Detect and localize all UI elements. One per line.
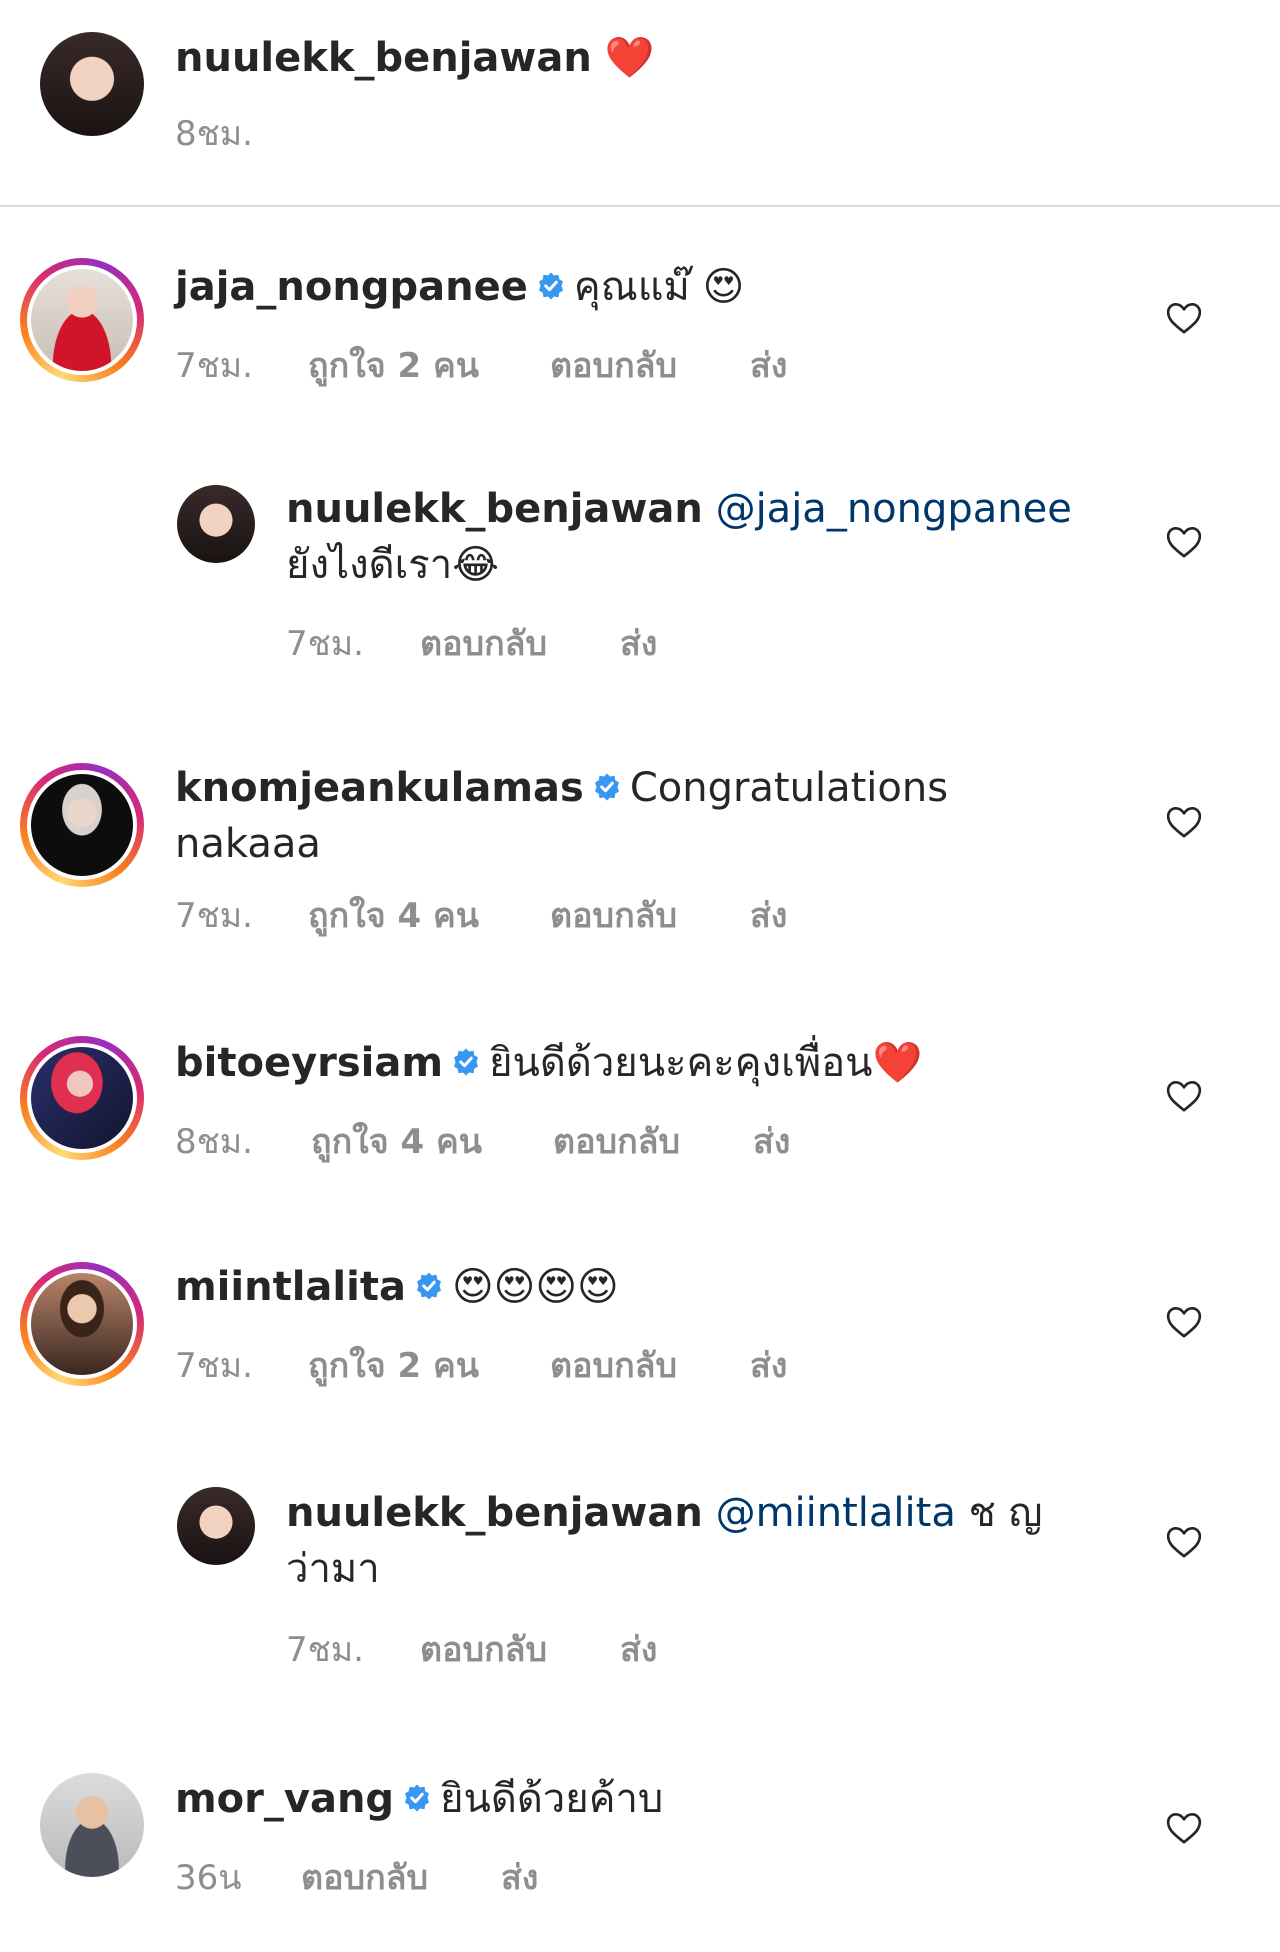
mention-link[interactable]: @miintlalita bbox=[716, 1490, 956, 1536]
avatar[interactable] bbox=[40, 1773, 144, 1877]
send-button[interactable]: ส่ง bbox=[750, 896, 787, 936]
reply-button[interactable]: ตอบกลับ bbox=[420, 1630, 547, 1670]
like-count[interactable]: ถูกใจ 2 คน bbox=[308, 346, 479, 386]
story-ring[interactable] bbox=[20, 1262, 144, 1386]
avatar[interactable] bbox=[40, 32, 144, 136]
comment-line: miintlalita 😍😍😍😍 bbox=[175, 1262, 619, 1312]
comment-line: mor_vang ยินดีด้วยค้าบ bbox=[175, 1774, 663, 1824]
send-button[interactable]: ส่ง bbox=[620, 624, 657, 664]
comment-text: ยินดีด้วยค้าบ bbox=[440, 1776, 664, 1822]
send-button[interactable]: ส่ง bbox=[620, 1630, 657, 1670]
like-count[interactable]: ถูกใจ 4 คน bbox=[308, 896, 479, 936]
timestamp: 36น bbox=[175, 1858, 242, 1898]
timestamp: 7ชม. bbox=[175, 1346, 253, 1386]
comment-text: ช ญ bbox=[968, 1490, 1043, 1536]
username[interactable]: nuulekk_benjawan bbox=[286, 486, 703, 532]
comment-line: bitoeyrsiam ยินดีด้วยนะคะคุงเพื่อน❤️ bbox=[175, 1038, 922, 1088]
divider bbox=[0, 205, 1280, 207]
username[interactable]: jaja_nongpanee bbox=[175, 264, 528, 310]
verified-badge-icon bbox=[454, 1048, 479, 1076]
comments-screen: nuulekk_benjawan ❤️ 8ชม. jaja_nongpanee ค… bbox=[0, 0, 1280, 1952]
reply-button[interactable]: ตอบกลับ bbox=[550, 1346, 677, 1386]
caption-line: nuulekk_benjawan ❤️ bbox=[175, 33, 654, 83]
heart-eyes-emoji: 😍 bbox=[702, 264, 745, 310]
heart-outline-icon[interactable] bbox=[1164, 298, 1204, 338]
story-ring[interactable] bbox=[20, 1036, 144, 1160]
verified-badge-icon bbox=[594, 773, 619, 801]
send-button[interactable]: ส่ง bbox=[750, 346, 787, 386]
reply-button[interactable]: ตอบกลับ bbox=[301, 1858, 428, 1898]
like-count[interactable]: ถูกใจ 4 คน bbox=[311, 1122, 482, 1162]
comment-text: ยินดีด้วยนะคะคุงเพื่อน bbox=[489, 1040, 873, 1086]
username[interactable]: bitoeyrsiam bbox=[175, 1040, 443, 1086]
reply-text: nuulekk_benjawan @miintlalita ช ญ ว่ามา bbox=[286, 1485, 1146, 1597]
heart-outline-icon[interactable] bbox=[1164, 522, 1204, 562]
heart-emoji: ❤️ bbox=[604, 35, 655, 81]
story-ring[interactable] bbox=[20, 763, 144, 887]
verified-badge-icon bbox=[538, 272, 563, 300]
timestamp: 8ชม. bbox=[175, 1122, 253, 1162]
comment-text: ยังไงดีเรา bbox=[286, 542, 453, 588]
comment-text: คุณแม๊ bbox=[573, 264, 690, 310]
heart-outline-icon[interactable] bbox=[1164, 1076, 1204, 1116]
like-count[interactable]: ถูกใจ 2 คน bbox=[308, 1346, 479, 1386]
reply-button[interactable]: ตอบกลับ bbox=[420, 624, 547, 664]
username[interactable]: miintlalita bbox=[175, 1264, 406, 1310]
username[interactable]: nuulekk_benjawan bbox=[286, 1490, 703, 1536]
username[interactable]: nuulekk_benjawan bbox=[175, 35, 592, 81]
heart-outline-icon[interactable] bbox=[1164, 1522, 1204, 1562]
heart-outline-icon[interactable] bbox=[1164, 1808, 1204, 1848]
heart-outline-icon[interactable] bbox=[1164, 1302, 1204, 1342]
username[interactable]: mor_vang bbox=[175, 1776, 394, 1822]
timestamp: 7ชม. bbox=[286, 624, 364, 664]
avatar[interactable] bbox=[177, 1487, 255, 1565]
username[interactable]: knomjeankulamas bbox=[175, 765, 584, 811]
send-button[interactable]: ส่ง bbox=[750, 1346, 787, 1386]
reply-button[interactable]: ตอบกลับ bbox=[553, 1122, 680, 1162]
timestamp: 7ชม. bbox=[175, 896, 253, 936]
verified-badge-icon bbox=[405, 1784, 430, 1812]
avatar bbox=[31, 1047, 133, 1149]
story-ring[interactable] bbox=[20, 258, 144, 382]
send-button[interactable]: ส่ง bbox=[753, 1122, 790, 1162]
reply-button[interactable]: ตอบกลับ bbox=[550, 346, 677, 386]
comment-text: Congratulations bbox=[629, 765, 949, 811]
reply-button[interactable]: ตอบกลับ bbox=[550, 896, 677, 936]
comment-text-cont: ว่ามา bbox=[286, 1546, 380, 1592]
avatar bbox=[31, 774, 133, 876]
comment-line: jaja_nongpanee คุณแม๊ 😍 bbox=[175, 262, 744, 312]
avatar[interactable] bbox=[177, 485, 255, 563]
heart-outline-icon[interactable] bbox=[1164, 802, 1204, 842]
timestamp: 8ชม. bbox=[175, 114, 253, 154]
avatar bbox=[31, 1273, 133, 1375]
timestamp: 7ชม. bbox=[175, 346, 253, 386]
reply-text: nuulekk_benjawan @jaja_nongpanee ยังไงดี… bbox=[286, 481, 1146, 593]
verified-badge-icon bbox=[416, 1272, 441, 1300]
comment-line: knomjeankulamas Congratulations nakaaa bbox=[175, 760, 1075, 872]
timestamp: 7ชม. bbox=[286, 1630, 364, 1670]
avatar bbox=[31, 269, 133, 371]
comment-text-cont: nakaaa bbox=[175, 821, 321, 867]
mention-link[interactable]: @jaja_nongpanee bbox=[716, 486, 1072, 532]
heart-emoji: ❤️ bbox=[872, 1040, 923, 1086]
laughing-emoji: 😂 bbox=[452, 542, 499, 588]
heart-eyes-emoji: 😍😍😍😍 bbox=[451, 1264, 619, 1310]
send-button[interactable]: ส่ง bbox=[501, 1858, 538, 1898]
